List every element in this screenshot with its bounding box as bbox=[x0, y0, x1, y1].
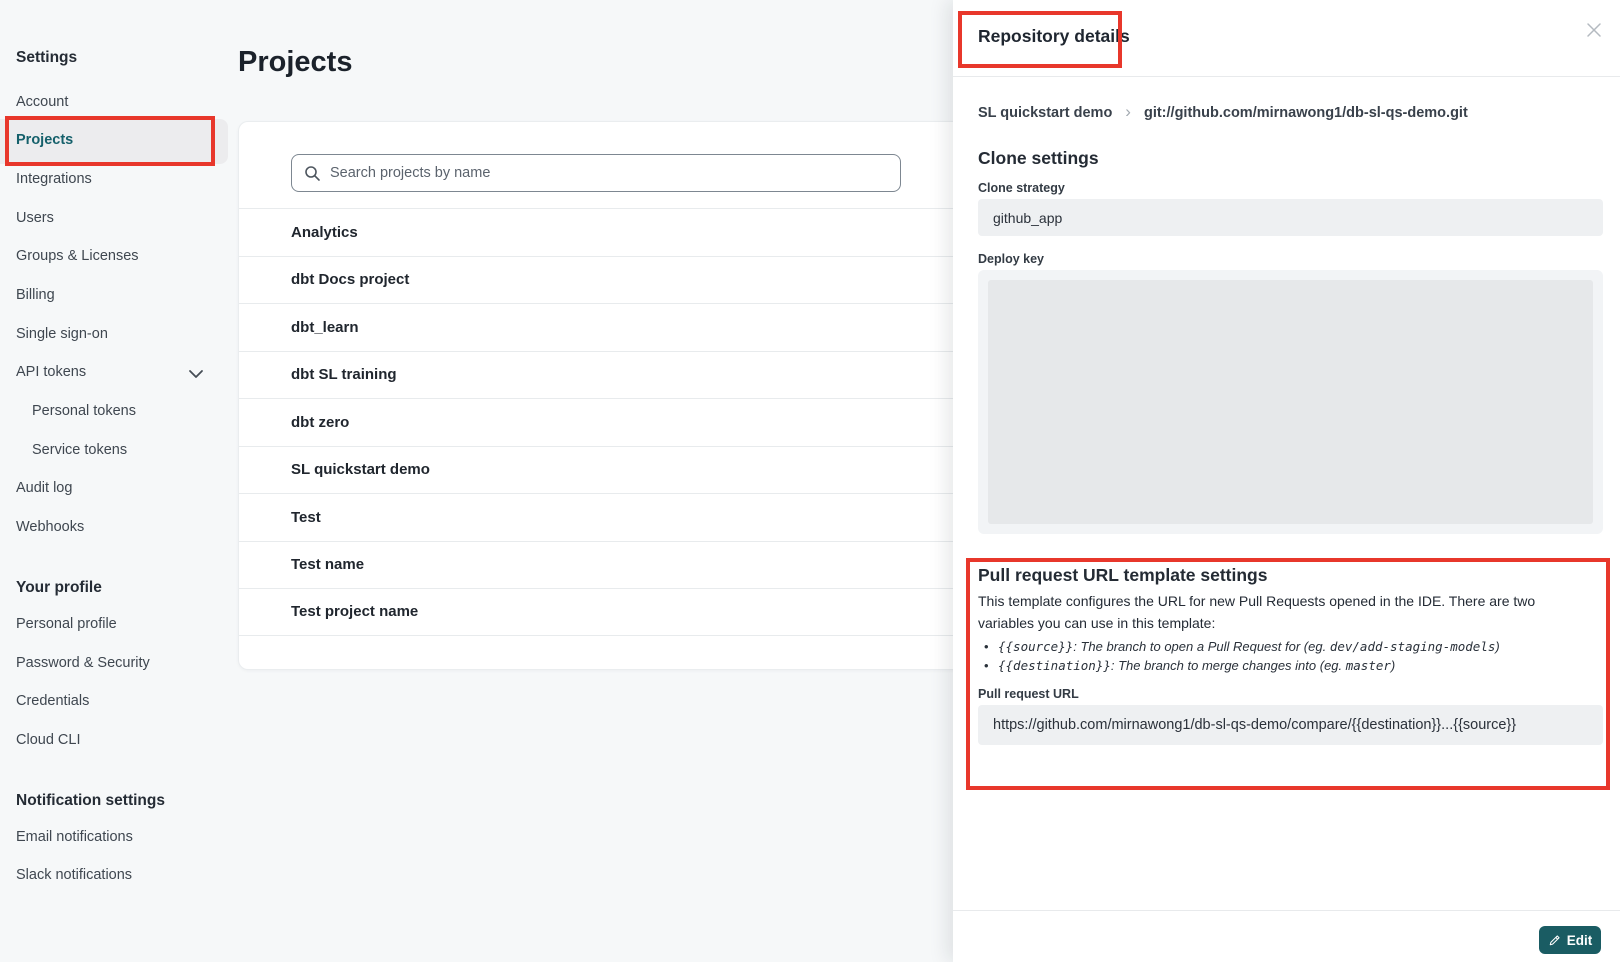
sidebar-item-billing[interactable]: Billing bbox=[16, 287, 55, 303]
sidebar-section-notification-settings: Notification settings bbox=[16, 792, 165, 810]
chevron-right-icon: › bbox=[1125, 102, 1131, 122]
settings-sidebar: Settings Account Projects Integrations U… bbox=[0, 0, 240, 962]
chevron-down-icon[interactable] bbox=[188, 366, 204, 376]
source-variable-code: {{source}} bbox=[998, 639, 1073, 654]
breadcrumb: SL quickstart demo › git://github.com/mi… bbox=[978, 103, 1468, 123]
edit-button-label: Edit bbox=[1567, 933, 1593, 948]
sidebar-item-groups-licenses[interactable]: Groups & Licenses bbox=[16, 248, 139, 264]
variable-source: {{source}}: The branch to open a Pull Re… bbox=[984, 638, 1594, 657]
clone-strategy-label: Clone strategy bbox=[978, 181, 1065, 195]
destination-variable-example: master bbox=[1346, 658, 1391, 673]
edit-button[interactable]: Edit bbox=[1539, 926, 1601, 954]
close-icon[interactable] bbox=[1586, 22, 1606, 42]
pull-request-url-value: https://github.com/mirnawong1/db-sl-qs-d… bbox=[978, 705, 1603, 745]
project-name: Test project name bbox=[291, 603, 418, 620]
sidebar-item-email-notifications[interactable]: Email notifications bbox=[16, 829, 133, 845]
sidebar-item-api-tokens[interactable]: API tokens bbox=[16, 364, 86, 380]
search-input[interactable] bbox=[330, 165, 888, 181]
variable-destination: {{destination}}: The branch to merge cha… bbox=[984, 657, 1594, 676]
project-name: dbt_learn bbox=[291, 319, 359, 336]
sidebar-section-your-profile: Your profile bbox=[16, 579, 102, 597]
sidebar-item-password-security[interactable]: Password & Security bbox=[16, 655, 150, 671]
pull-request-settings-heading: Pull request URL template settings bbox=[978, 565, 1267, 586]
clone-settings-heading: Clone settings bbox=[978, 148, 1099, 169]
sidebar-item-account[interactable]: Account bbox=[16, 94, 68, 110]
destination-variable-text: : The branch to merge changes into (eg. bbox=[1111, 658, 1346, 673]
sidebar-item-audit-log[interactable]: Audit log bbox=[16, 480, 72, 496]
sidebar-item-credentials[interactable]: Credentials bbox=[16, 693, 89, 709]
source-variable-example: dev/add-staging-models bbox=[1330, 639, 1496, 654]
template-variables-list: {{source}}: The branch to open a Pull Re… bbox=[984, 638, 1594, 676]
sidebar-item-users[interactable]: Users bbox=[16, 210, 54, 226]
sidebar-item-projects[interactable]: Projects bbox=[16, 132, 73, 148]
project-name: Test name bbox=[291, 556, 364, 573]
sidebar-item-single-sign-on[interactable]: Single sign-on bbox=[16, 326, 108, 342]
destination-variable-suffix: ) bbox=[1391, 658, 1395, 673]
page-title: Projects bbox=[238, 46, 352, 79]
sidebar-item-cloud-cli[interactable]: Cloud CLI bbox=[16, 732, 80, 748]
pull-request-description: This template configures the URL for new… bbox=[978, 591, 1582, 634]
sidebar-item-integrations[interactable]: Integrations bbox=[16, 171, 92, 187]
clone-strategy-value: github_app bbox=[978, 199, 1603, 236]
breadcrumb-project[interactable]: SL quickstart demo bbox=[978, 105, 1112, 121]
project-search-box[interactable] bbox=[291, 154, 901, 192]
project-name: dbt Docs project bbox=[291, 271, 409, 288]
deploy-key-redacted-content bbox=[988, 280, 1593, 524]
project-name: Analytics bbox=[291, 224, 358, 241]
header-divider bbox=[953, 76, 1620, 77]
source-variable-text: : The branch to open a Pull Request for … bbox=[1073, 639, 1330, 654]
pull-request-url-label: Pull request URL bbox=[978, 687, 1079, 701]
repository-details-panel: Repository details SL quickstart demo › … bbox=[953, 0, 1620, 962]
project-name: dbt zero bbox=[291, 414, 349, 431]
sidebar-item-personal-tokens[interactable]: Personal tokens bbox=[32, 403, 136, 419]
destination-variable-code: {{destination}} bbox=[998, 658, 1111, 673]
sidebar-section-settings: Settings bbox=[16, 49, 77, 67]
footer-divider bbox=[953, 910, 1620, 911]
breadcrumb-repo-url: git://github.com/mirnawong1/db-sl-qs-dem… bbox=[1144, 105, 1468, 121]
sidebar-item-slack-notifications[interactable]: Slack notifications bbox=[16, 867, 132, 883]
pencil-icon bbox=[1548, 934, 1561, 947]
project-name: SL quickstart demo bbox=[291, 461, 430, 478]
sidebar-item-service-tokens[interactable]: Service tokens bbox=[32, 442, 127, 458]
search-icon bbox=[304, 165, 321, 182]
deploy-key-field bbox=[978, 270, 1603, 534]
deploy-key-label: Deploy key bbox=[978, 252, 1044, 266]
sidebar-item-personal-profile[interactable]: Personal profile bbox=[16, 616, 117, 632]
sidebar-item-webhooks[interactable]: Webhooks bbox=[16, 519, 84, 535]
panel-title: Repository details bbox=[978, 26, 1130, 47]
project-name: Test bbox=[291, 509, 321, 526]
project-name: dbt SL training bbox=[291, 366, 397, 383]
source-variable-suffix: ) bbox=[1495, 639, 1499, 654]
